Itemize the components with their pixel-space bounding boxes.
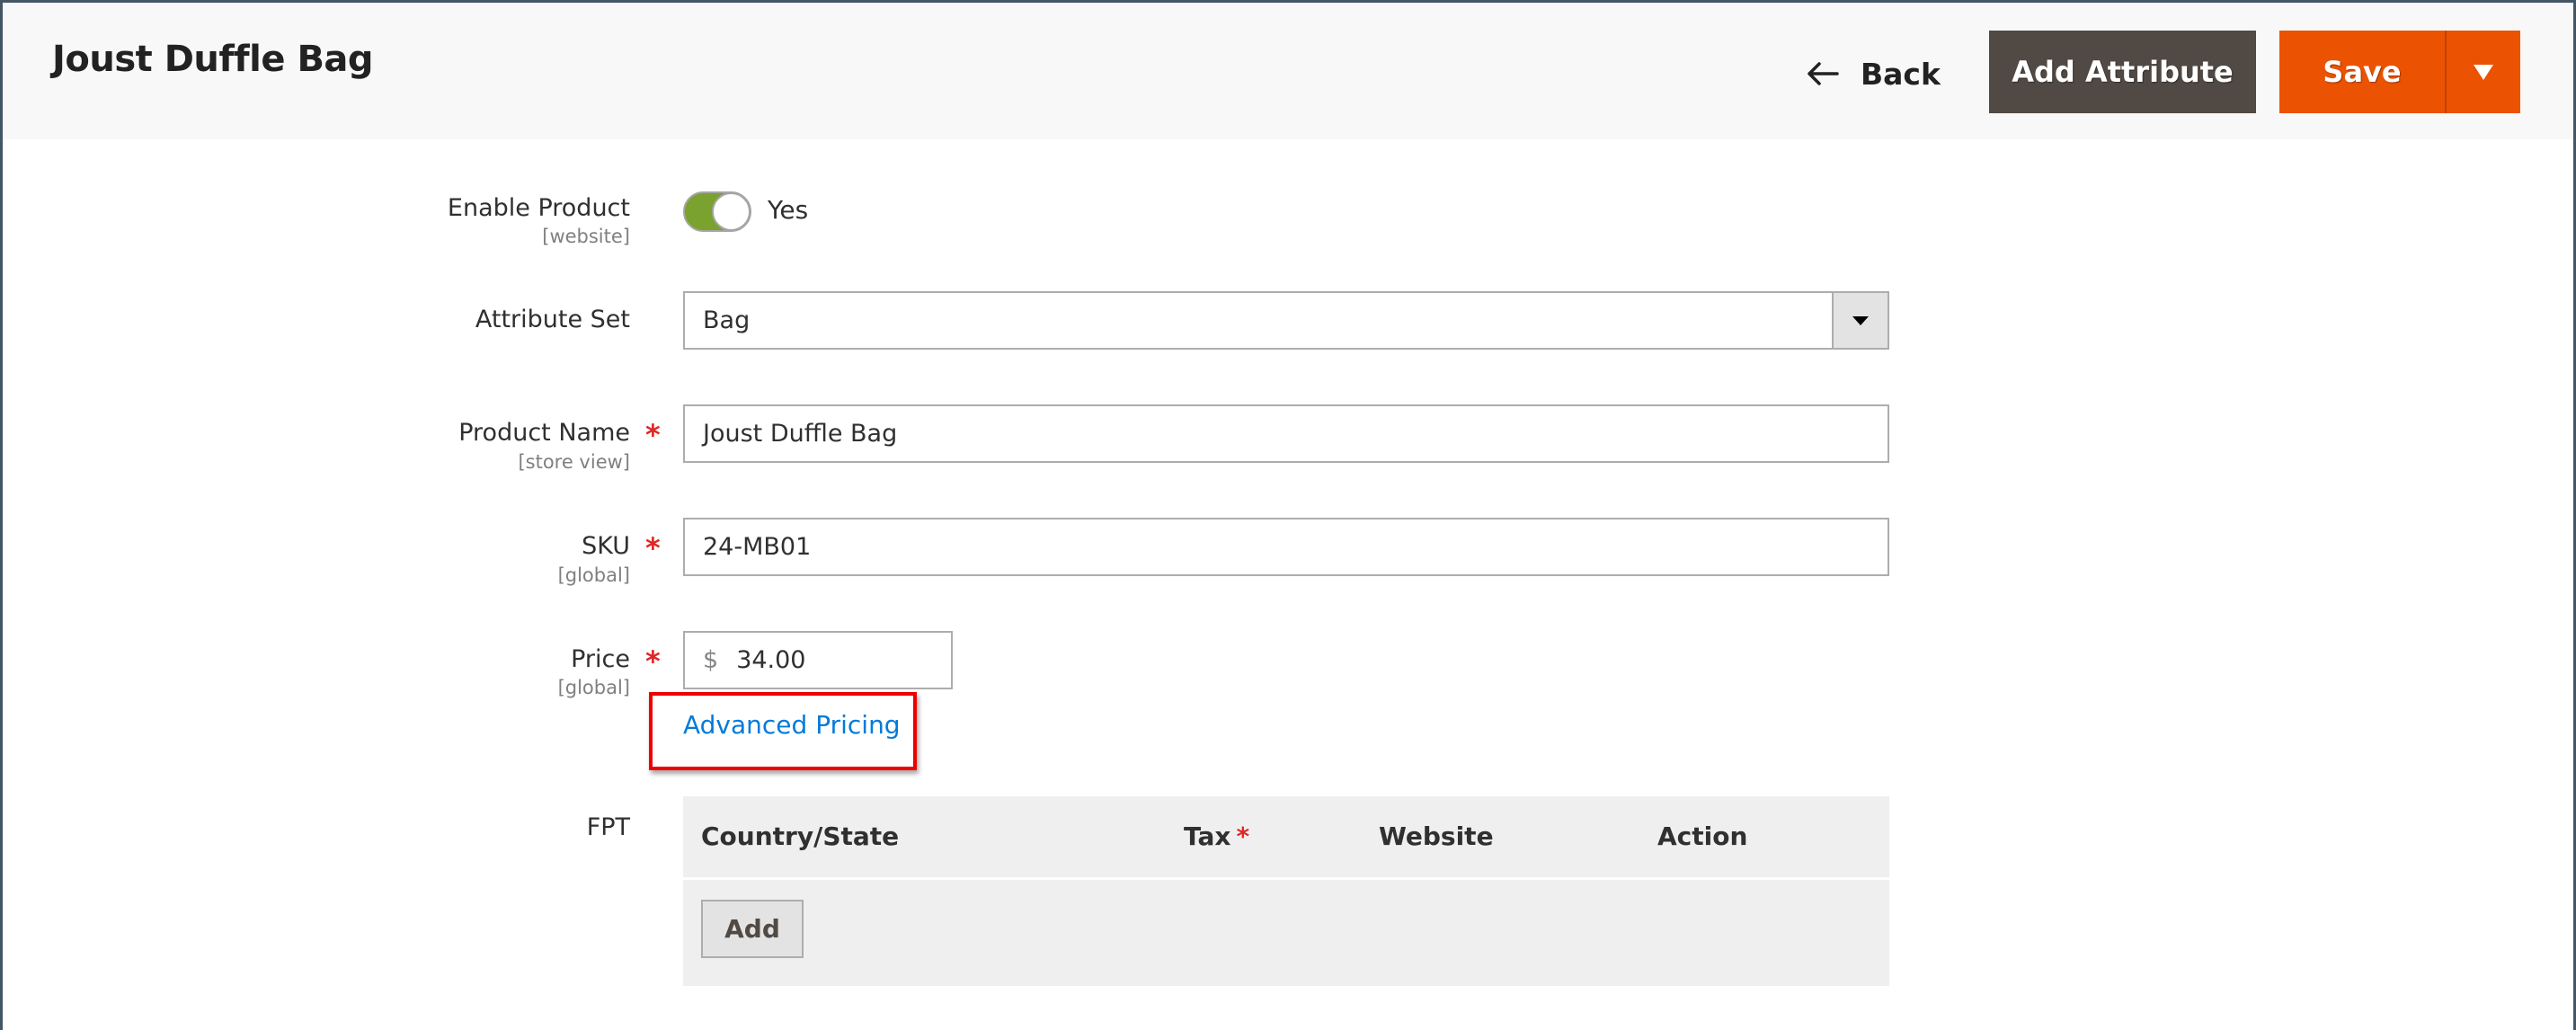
column-label: Tax — [1184, 821, 1231, 851]
required-asterisk: * — [645, 418, 661, 452]
price-scope: [global] — [557, 677, 630, 698]
caret-down-icon — [2474, 64, 2493, 80]
fpt-table: Country/State Tax * Website Action Add — [683, 796, 1889, 986]
fpt-table-body: Add — [683, 880, 1889, 986]
currency-symbol: $ — [703, 646, 719, 674]
price-label: Price — [571, 645, 630, 673]
caret-down-icon — [1852, 315, 1869, 325]
product-name-value: Joust Duffle Bag — [703, 420, 898, 448]
column-label: Action — [1657, 821, 1748, 851]
attribute-set-value: Bag — [703, 306, 751, 334]
toggle-knob — [712, 192, 751, 231]
attribute-set-dropdown-button[interactable] — [1832, 293, 1888, 348]
column-header-country-state: Country/State — [701, 821, 899, 851]
page-title: Joust Duffle Bag — [52, 39, 374, 80]
fpt-table-header: Country/State Tax * Website Action — [683, 796, 1889, 877]
back-button[interactable]: Back — [1807, 49, 1941, 98]
product-name-input[interactable]: Joust Duffle Bag — [683, 404, 1889, 463]
sku-label: SKU — [582, 532, 630, 560]
column-label: Website — [1379, 821, 1494, 851]
enable-product-value: Yes — [768, 195, 809, 225]
product-name-label: Product Name — [458, 419, 630, 447]
back-label: Back — [1861, 56, 1941, 92]
price-input[interactable]: $ 34.00 — [683, 631, 953, 689]
attribute-set-select[interactable]: Bag — [683, 291, 1889, 350]
column-header-tax: Tax * — [1184, 821, 1249, 851]
column-header-website: Website — [1379, 821, 1494, 851]
column-label: Country/State — [701, 821, 900, 851]
price-value: 34.00 — [736, 646, 806, 674]
advanced-pricing-link[interactable]: Advanced Pricing — [683, 710, 901, 740]
page-header: Joust Duffle Bag Back Add Attribute Save — [3, 3, 2573, 139]
column-header-action: Action — [1657, 821, 1747, 851]
sku-input[interactable]: 24-MB01 — [683, 518, 1889, 576]
sku-scope: [global] — [557, 564, 630, 586]
required-asterisk: * — [1236, 821, 1250, 851]
arrow-left-icon — [1808, 62, 1839, 85]
required-asterisk: * — [645, 644, 661, 679]
save-split-button: Save — [2279, 31, 2520, 113]
enable-product-label: Enable Product — [447, 194, 630, 222]
required-asterisk: * — [645, 531, 661, 565]
attribute-set-label: Attribute Set — [475, 306, 630, 333]
fpt-label: FPT — [586, 813, 630, 841]
add-attribute-button[interactable]: Add Attribute — [1989, 31, 2256, 113]
enable-product-scope: [website] — [542, 226, 630, 247]
product-name-scope: [store view] — [518, 451, 630, 473]
fpt-add-button[interactable]: Add — [701, 900, 804, 958]
product-edit-page: Joust Duffle Bag Back Add Attribute Save… — [3, 3, 2573, 1030]
enable-product-toggle[interactable] — [683, 191, 751, 232]
sku-value: 24-MB01 — [703, 533, 812, 561]
save-options-toggle[interactable] — [2447, 31, 2520, 113]
save-button[interactable]: Save — [2279, 31, 2445, 113]
